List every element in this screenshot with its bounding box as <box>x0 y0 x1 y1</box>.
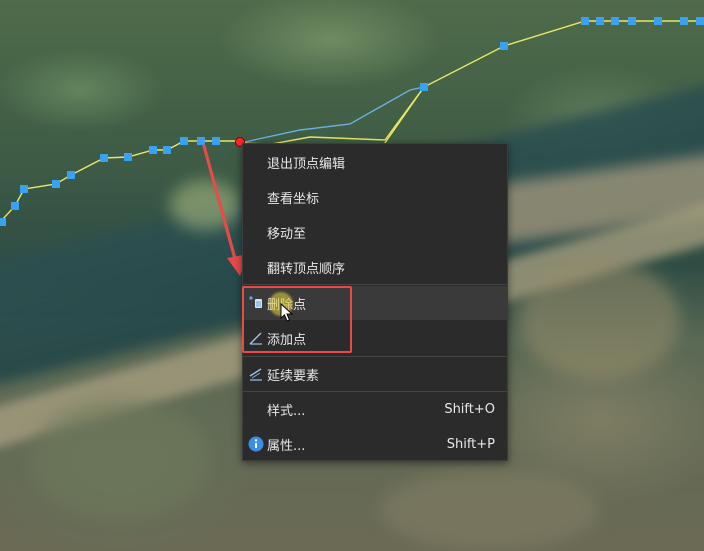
menu-item-move-to[interactable]: 移动至 <box>243 215 507 249</box>
vertex-handle[interactable] <box>197 137 205 145</box>
menu-item-label: 退出顶点编辑 <box>267 156 346 172</box>
vertex-handle[interactable] <box>500 42 508 50</box>
menu-item-shortcut: Shift+O <box>444 401 495 417</box>
info-icon <box>248 436 264 452</box>
vertex-handle[interactable] <box>696 17 704 25</box>
vertex-handle[interactable] <box>596 17 604 25</box>
vertex-handle[interactable] <box>680 17 688 25</box>
menu-item-view-coordinates[interactable]: 查看坐标 <box>243 180 507 214</box>
menu-item-label: 移动至 <box>267 226 307 242</box>
vertex-handle[interactable] <box>0 218 6 226</box>
vertex-handle[interactable] <box>628 17 636 25</box>
feature-polyline-branch[interactable] <box>379 86 425 151</box>
mouse-pointer-icon <box>280 303 294 322</box>
vertex-handle[interactable] <box>124 153 132 161</box>
menu-item-style[interactable]: 样式... Shift+O <box>243 392 507 426</box>
vertex-handle[interactable] <box>581 17 589 25</box>
vertex-handle[interactable] <box>100 154 108 162</box>
vertex-handle[interactable] <box>149 146 157 154</box>
menu-item-shortcut: Shift+P <box>446 436 495 452</box>
vertex-handle[interactable] <box>420 83 428 91</box>
menu-item-exit-vertex-edit[interactable]: 退出顶点编辑 <box>243 145 507 179</box>
menu-item-flip-vertex-order[interactable]: 翻转顶点顺序 <box>243 250 507 284</box>
annotation-highlight-box <box>242 286 352 353</box>
menu-item-label: 属性... <box>267 438 306 454</box>
menu-separator <box>243 284 507 285</box>
vertex-handle[interactable] <box>67 171 75 179</box>
menu-item-properties[interactable]: 属性... Shift+P <box>243 427 507 461</box>
vertex-handle[interactable] <box>163 146 171 154</box>
continue-feature-icon <box>248 366 264 382</box>
menu-item-label: 翻转顶点顺序 <box>267 261 346 277</box>
menu-item-label: 查看坐标 <box>267 191 320 207</box>
vertex-handle[interactable] <box>52 180 60 188</box>
menu-item-continue-feature[interactable]: 延续要素 <box>243 357 507 391</box>
vertex-handle[interactable] <box>11 202 19 210</box>
edited-polyline[interactable] <box>239 86 425 144</box>
vertex-handle[interactable] <box>212 137 220 145</box>
vertex-handle[interactable] <box>20 185 28 193</box>
menu-item-label: 样式... <box>267 403 306 419</box>
menu-item-label: 延续要素 <box>267 368 320 384</box>
vertex-handle[interactable] <box>180 137 188 145</box>
vertex-handle[interactable] <box>611 17 619 25</box>
vertex-handle[interactable] <box>654 17 662 25</box>
